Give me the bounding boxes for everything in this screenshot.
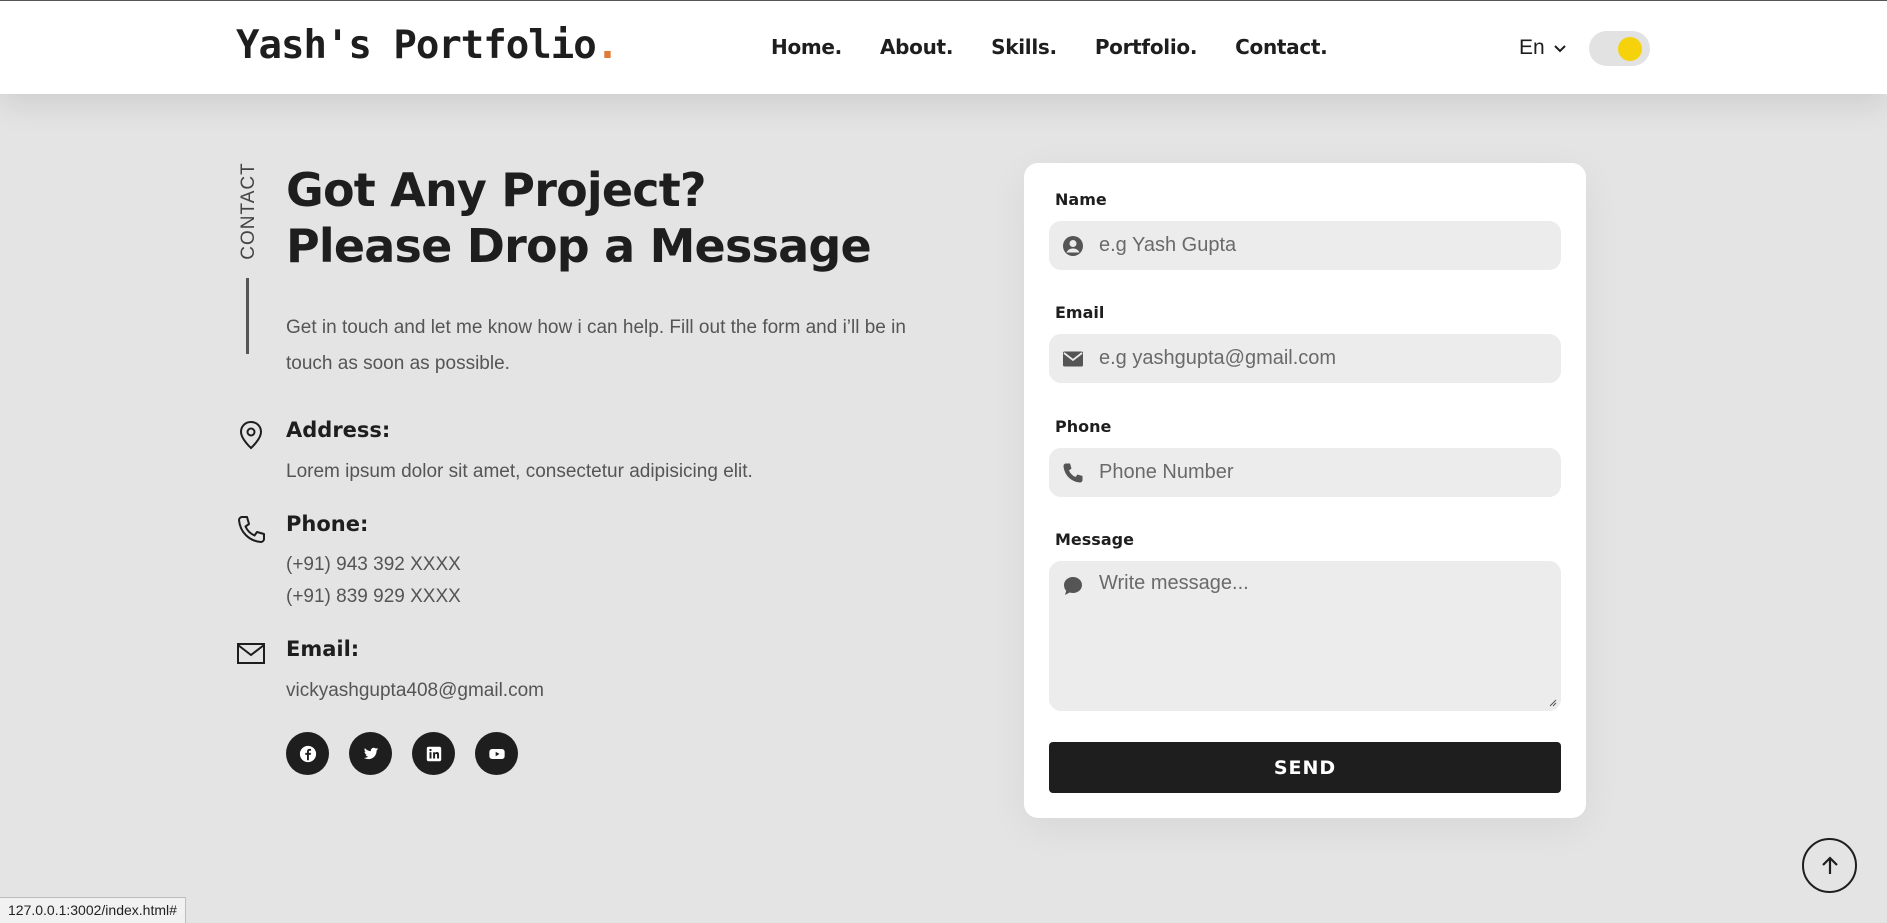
facebook-link[interactable] [286,732,329,775]
phone-number-2: (+91) 839 929 XXXX [286,586,461,607]
site-logo[interactable]: Yash's Portfolio. [236,23,620,68]
mail-icon [1061,347,1085,371]
linkedin-icon [426,746,441,761]
phone-input[interactable] [1099,448,1549,497]
nav-portfolio[interactable]: Portfolio. [1095,35,1198,59]
chevron-down-icon [1553,45,1566,53]
message-input[interactable] [1099,572,1549,702]
logo-dot: . [595,23,620,68]
phone-title: Phone: [286,512,369,536]
theme-toggle[interactable] [1589,31,1650,66]
chat-bubble-icon [1061,574,1085,598]
page-title: Got Any Project? Please Drop a Message [286,162,872,274]
phone-label: Phone [1055,417,1112,436]
contact-form: Name Email Phone Message SEND [1024,163,1586,818]
page-title-line2: Please Drop a Message [286,219,872,273]
phone-handset-icon [1061,461,1085,485]
arrow-up-icon [1821,855,1838,874]
address-text: Lorem ipsum dolor sit amet, consectetur … [286,461,753,482]
phone-icon [235,513,267,545]
language-value: En [1519,36,1545,59]
email-field[interactable] [1049,334,1561,383]
language-select[interactable]: En [1519,36,1567,60]
twitter-link[interactable] [349,732,392,775]
envelope-icon [235,637,267,669]
section-label: CONTACT [237,162,261,259]
youtube-icon [488,748,505,759]
address-title: Address: [286,418,391,442]
linkedin-link[interactable] [412,732,455,775]
status-bar-url: 127.0.0.1:3002/index.html# [0,897,186,923]
send-button[interactable]: SEND [1049,742,1561,793]
social-links [286,732,518,775]
message-label: Message [1055,530,1134,549]
section-divider [246,278,249,354]
twitter-icon [363,747,378,759]
nav-contact[interactable]: Contact. [1235,35,1328,59]
name-label: Name [1055,190,1107,209]
site-header: Yash's Portfolio. Home. About. Skills. P… [0,0,1887,94]
email-text: vickyashgupta408@gmail.com [286,680,544,701]
name-field[interactable] [1049,221,1561,270]
scroll-top-button[interactable] [1802,838,1857,893]
section-label-text: CONTACT [238,162,259,260]
theme-toggle-knob [1618,37,1642,61]
phone-number-1: (+91) 943 392 XXXX [286,554,461,575]
intro-text: Get in touch and let me know how i can h… [286,317,906,374]
message-field[interactable] [1049,561,1561,711]
location-pin-icon [235,419,267,451]
resize-handle-icon[interactable] [1547,697,1557,707]
main-nav: Home. About. Skills. Portfolio. Contact. [771,35,1328,59]
facebook-icon [299,745,316,762]
email-title: Email: [286,637,360,661]
name-input[interactable] [1099,221,1549,270]
user-icon [1061,234,1085,258]
youtube-link[interactable] [475,732,518,775]
email-label: Email [1055,303,1105,322]
logo-text: Yash's Portfolio [236,23,597,68]
nav-home[interactable]: Home. [771,35,842,59]
nav-about[interactable]: About. [880,35,953,59]
email-input[interactable] [1099,334,1549,383]
page-title-line1: Got Any Project? [286,163,707,217]
nav-skills[interactable]: Skills. [991,35,1057,59]
phone-field[interactable] [1049,448,1561,497]
